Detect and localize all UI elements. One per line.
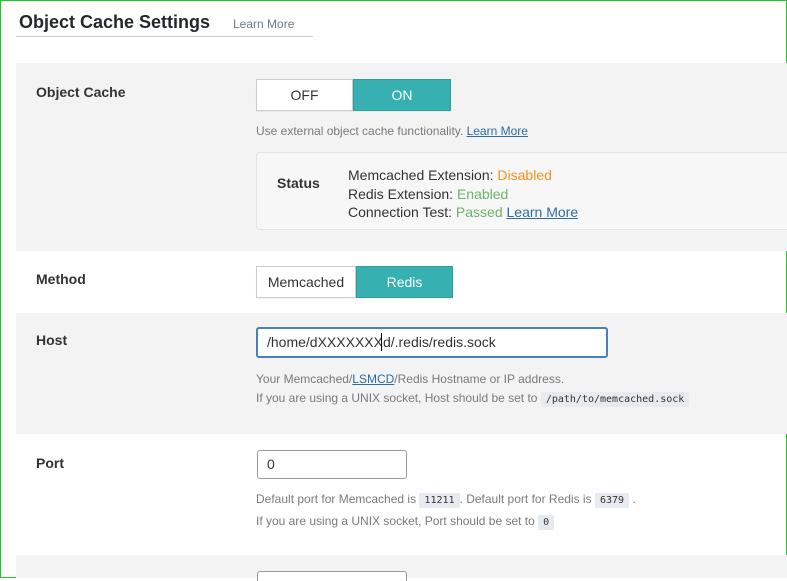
next-settings-row	[16, 555, 787, 581]
object-cache-toggle: OFF ON	[256, 79, 451, 111]
host-description-line1: Your Memcached/LSMCD/Redis Hostname or I…	[256, 372, 564, 386]
port-desc-text-c: .	[632, 492, 636, 506]
memcached-status-line: Memcached Extension: Disabled	[348, 166, 578, 185]
port-desc-text-a: Default port for Memcached is	[256, 492, 417, 506]
port-unix-code: 0	[538, 515, 555, 530]
host-desc-text-b: /Redis Hostname or IP address.	[394, 372, 565, 386]
method-label: Method	[36, 271, 86, 287]
host-desc-unix-text: If you are using a UNIX socket, Host sho…	[256, 391, 538, 405]
object-cache-description-text: Use external object cache functionality.	[256, 124, 464, 138]
port-input-value: 0	[267, 456, 275, 472]
redis-extension-status: Enabled	[456, 185, 509, 202]
port-desc-unix-text: If you are using a UNIX socket, Port sho…	[256, 514, 535, 528]
object-cache-row: Object Cache OFF ON Use external object …	[16, 63, 787, 251]
object-cache-off-button[interactable]: OFF	[256, 79, 353, 111]
host-description-line2: If you are using a UNIX socket, Host sho…	[256, 391, 690, 407]
object-cache-description: Use external object cache functionality.…	[256, 124, 528, 138]
redis-port-code: 6379	[594, 493, 630, 508]
method-redis-button[interactable]: Redis	[356, 266, 453, 298]
page-title: Object Cache Settings	[19, 12, 211, 32]
port-input[interactable]: 0	[257, 450, 407, 479]
method-toggle: Memcached Redis	[256, 266, 453, 298]
host-input[interactable]: /home/dXXXXXXXd/.redis/redis.sock	[256, 327, 608, 358]
host-socket-path-code: /path/to/memcached.sock	[540, 392, 690, 407]
next-input-partial[interactable]	[257, 571, 407, 581]
port-description-line2: If you are using a UNIX socket, Port sho…	[256, 514, 555, 530]
status-box: Status Memcached Extension: Disabled Red…	[256, 152, 787, 230]
method-memcached-button[interactable]: Memcached	[256, 266, 356, 298]
redis-extension-label: Redis Extension:	[348, 185, 454, 202]
object-cache-learn-more-link[interactable]: Learn More	[467, 124, 528, 138]
text-caret	[381, 333, 382, 351]
status-label: Status	[277, 175, 320, 191]
host-label: Host	[36, 332, 68, 348]
lsmcd-link[interactable]: LSMCD	[352, 372, 394, 386]
object-cache-on-button[interactable]: ON	[353, 79, 451, 111]
connection-test-learn-more-link[interactable]: Learn More	[507, 204, 579, 220]
method-row: Method Memcached Redis	[16, 251, 787, 313]
connection-test-line: Connection Test: Passed Learn More	[348, 203, 578, 222]
port-row: Port 0 Default port for Memcached is 112…	[16, 434, 787, 555]
status-lines: Memcached Extension: Disabled Redis Exte…	[348, 166, 578, 222]
object-cache-label: Object Cache	[36, 84, 126, 100]
redis-status-line: Redis Extension: Enabled	[348, 185, 578, 204]
host-row: Host /home/dXXXXXXXd/.redis/redis.sock Y…	[16, 313, 787, 434]
settings-header: Object Cache Settings Learn More	[16, 10, 313, 37]
connection-test-status: Passed	[455, 204, 503, 220]
memcached-port-code: 11211	[419, 493, 460, 508]
port-desc-text-b: . Default port for Redis is	[459, 492, 592, 506]
memcached-extension-status: Disabled	[497, 167, 552, 183]
memcached-extension-label: Memcached Extension:	[348, 167, 494, 183]
connection-test-label: Connection Test:	[348, 204, 453, 220]
port-description-line1: Default port for Memcached is 11211. Def…	[256, 492, 636, 508]
header-learn-more-link[interactable]: Learn More	[233, 17, 294, 31]
port-label: Port	[36, 455, 64, 471]
host-desc-text-a: Your Memcached/	[256, 372, 353, 386]
